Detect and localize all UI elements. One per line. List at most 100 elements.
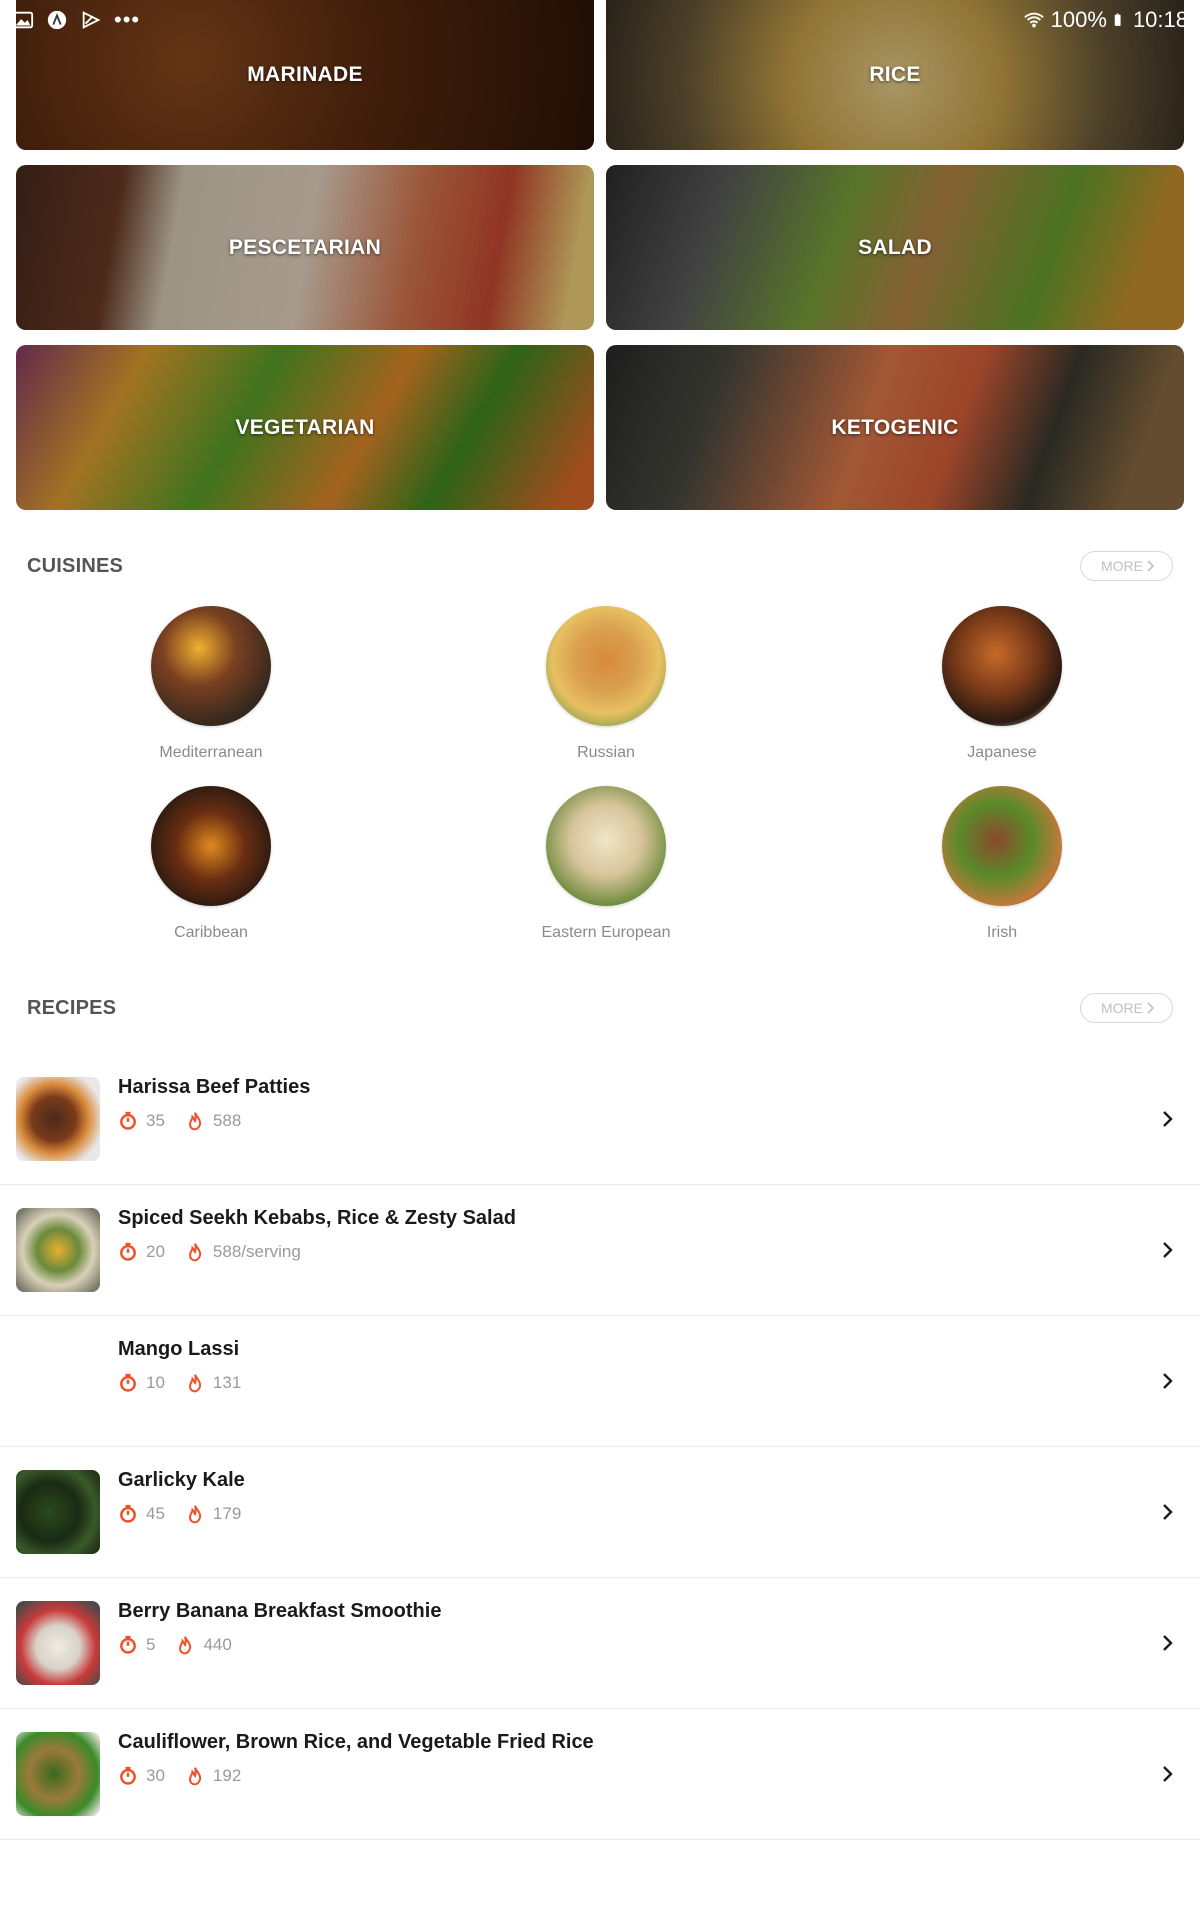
status-bar-left: ••• [12, 7, 140, 33]
chevron-right-icon [1163, 1242, 1173, 1258]
flame-icon [188, 1243, 202, 1262]
recipe-time: 20 [118, 1242, 165, 1262]
cuisine-name: Mediterranean [159, 744, 263, 761]
recipe-time-value: 45 [146, 1504, 165, 1523]
recipe-body: Spiced Seekh Kebabs, Rice & Zesty Salad … [118, 1207, 516, 1262]
category-tile-salad[interactable]: SALAD [606, 165, 1184, 330]
recipe-calories-value: 440 [203, 1635, 232, 1654]
category-grid: MARINADE RICE PESCETARIAN SALAD VEGETARI… [16, 0, 1184, 510]
cuisine-item[interactable]: Caribbean [14, 786, 408, 942]
status-bar: ••• 100% 10:18 [0, 0, 1200, 40]
flame-icon [188, 1112, 202, 1131]
recipes-more-button[interactable]: MORE [1080, 993, 1173, 1023]
recipe-thumbnail [16, 1339, 100, 1423]
recipe-calories: 131 [185, 1373, 241, 1393]
recipe-time: 5 [118, 1635, 155, 1655]
timer-icon [120, 1111, 136, 1130]
chevron-right-icon [1163, 1504, 1173, 1520]
chevron-right-icon [1147, 560, 1155, 572]
cuisine-item[interactable]: Mediterranean [14, 606, 408, 762]
chevron-right-icon [1163, 1766, 1173, 1782]
recipe-meta: 10 131 [118, 1373, 261, 1393]
recipe-row[interactable]: Garlicky Kale 45 179 [0, 1447, 1200, 1578]
status-bar-right: 100% 10:18 [1023, 7, 1188, 33]
timer-icon [120, 1766, 136, 1785]
recipe-row[interactable]: Spiced Seekh Kebabs, Rice & Zesty Salad … [0, 1185, 1200, 1316]
recipe-thumbnail [16, 1601, 100, 1685]
chevron-right-icon [1163, 1373, 1173, 1389]
cuisines-header: CUISINES MORE [27, 551, 1173, 581]
cuisines-title: CUISINES [27, 554, 124, 577]
play-icon [82, 11, 101, 29]
recipe-body: Garlicky Kale 45 179 [118, 1469, 261, 1524]
cuisine-name: Irish [986, 924, 1018, 941]
clock: 10:18 [1132, 7, 1188, 32]
cuisine-item[interactable]: Irish [804, 786, 1200, 942]
recipe-calories-value: 588/serving [212, 1242, 301, 1261]
recipe-calories: 588 [185, 1111, 241, 1131]
recipe-row[interactable]: Harissa Beef Patties 35 588 [0, 1054, 1200, 1185]
category-tile-pescetarian[interactable]: PESCETARIAN [16, 165, 594, 330]
recipe-thumbnail [16, 1732, 100, 1816]
recipes-header: RECIPES MORE [27, 993, 1173, 1023]
recipe-row[interactable]: Cauliflower, Brown Rice, and Vegetable F… [0, 1709, 1200, 1840]
recipe-calories-value: 588 [212, 1111, 242, 1130]
cuisine-name: Russian [577, 744, 635, 761]
timer-icon [120, 1635, 136, 1654]
recipe-thumbnail [16, 1208, 100, 1292]
chevron-right-icon [1163, 1635, 1173, 1651]
cuisine-image [546, 786, 666, 906]
recipe-thumbnail [16, 1470, 100, 1554]
category-label: VEGETARIAN [235, 415, 375, 439]
recipe-body: Mango Lassi 10 131 [118, 1338, 261, 1393]
recipe-title: Mango Lassi [118, 1338, 240, 1360]
category-tile-vegetarian[interactable]: VEGETARIAN [16, 345, 594, 510]
timer-icon [120, 1242, 136, 1261]
battery-percent: 100% [1050, 7, 1107, 32]
recipe-time-value: 5 [146, 1635, 156, 1654]
recipe-meta: 30 192 [118, 1766, 594, 1786]
recipe-meta: 45 179 [118, 1504, 261, 1524]
recipe-body: Harissa Beef Patties 35 588 [118, 1076, 310, 1131]
recipe-time-value: 10 [146, 1373, 165, 1392]
cuisine-item[interactable]: Eastern European [408, 786, 804, 942]
recipe-calories-value: 179 [212, 1504, 242, 1523]
recipe-calories-value: 192 [212, 1766, 242, 1785]
more-dots-icon: ••• [114, 7, 141, 32]
recipe-title: Garlicky Kale [118, 1469, 245, 1491]
cuisine-item[interactable]: Japanese [804, 606, 1200, 762]
app-icon [47, 10, 67, 30]
recipe-calories: 179 [185, 1504, 241, 1524]
recipe-title: Cauliflower, Brown Rice, and Vegetable F… [118, 1731, 594, 1753]
recipe-time: 10 [118, 1373, 165, 1393]
recipe-body: Berry Banana Breakfast Smoothie 5 440 [118, 1600, 441, 1655]
category-label: MARINADE [247, 63, 363, 86]
cuisine-name: Japanese [967, 744, 1037, 761]
category-label: PESCETARIAN [228, 235, 382, 259]
recipe-calories: 588/serving [185, 1242, 301, 1262]
recipe-time-value: 30 [146, 1766, 165, 1785]
more-label: MORE [1101, 558, 1143, 574]
recipe-list: Harissa Beef Patties 35 588 Spiced Seekh… [0, 1054, 1200, 1840]
recipes-title: RECIPES [27, 996, 117, 1019]
recipe-time: 35 [118, 1111, 165, 1131]
recipe-meta: 20 588/serving [118, 1242, 516, 1262]
cuisine-name: Caribbean [174, 924, 248, 941]
category-label: SALAD [858, 235, 932, 259]
battery-icon [1114, 13, 1121, 26]
recipe-calories: 440 [175, 1635, 232, 1655]
recipe-title: Spiced Seekh Kebabs, Rice & Zesty Salad [118, 1207, 516, 1229]
category-label: KETOGENIC [831, 415, 959, 439]
flame-icon [188, 1505, 202, 1524]
more-label: MORE [1101, 1000, 1143, 1016]
category-tile-ketogenic[interactable]: KETOGENIC [606, 345, 1184, 510]
category-label: RICE [869, 63, 921, 86]
image-icon [12, 11, 34, 29]
flame-icon [188, 1767, 202, 1786]
cuisine-item[interactable]: Russian [408, 606, 804, 762]
recipe-calories-value: 131 [212, 1373, 242, 1392]
recipe-row[interactable]: Mango Lassi 10 131 [0, 1316, 1200, 1447]
recipe-calories: 192 [185, 1766, 241, 1786]
recipe-row[interactable]: Berry Banana Breakfast Smoothie 5 440 [0, 1578, 1200, 1709]
cuisines-more-button[interactable]: MORE [1080, 551, 1173, 581]
